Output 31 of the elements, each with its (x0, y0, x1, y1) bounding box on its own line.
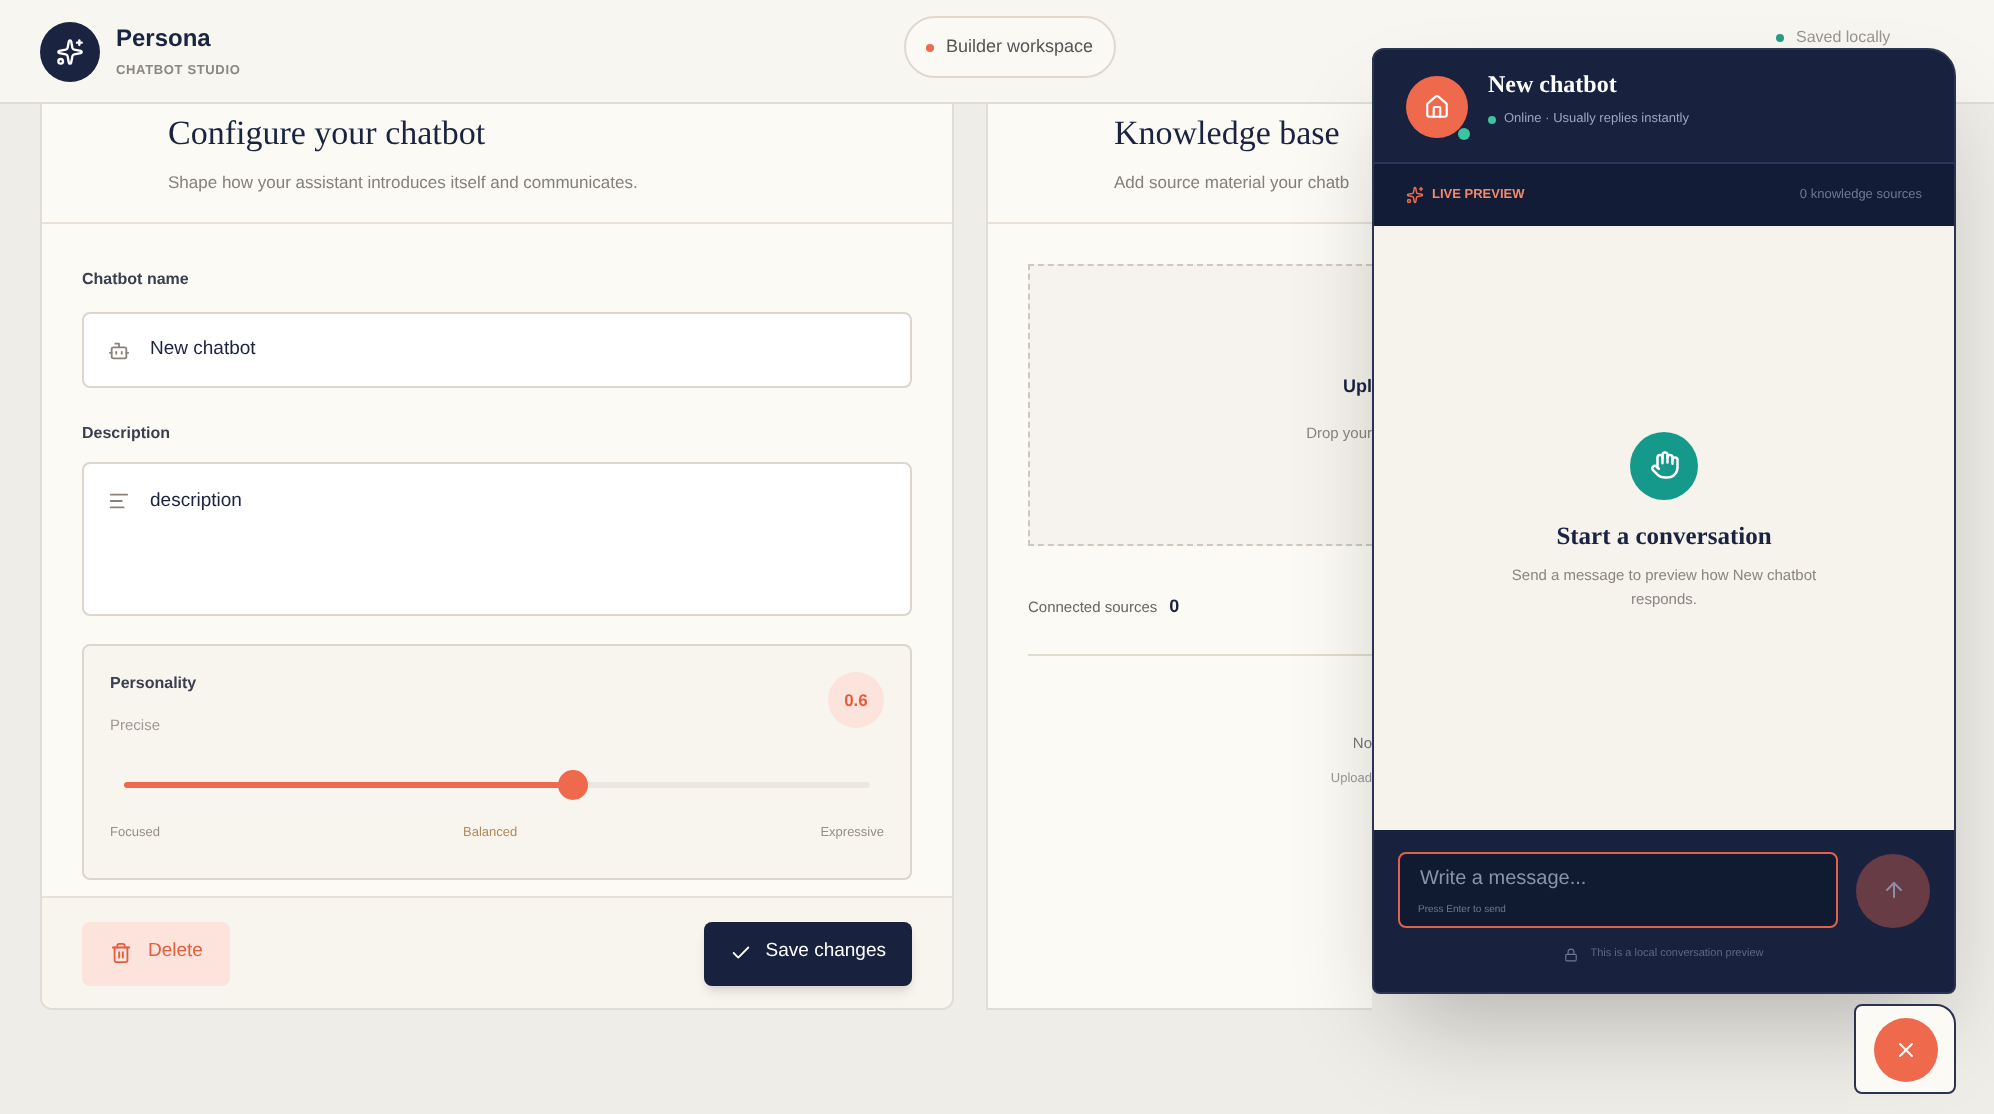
empty-chat-title: Start a conversation (1556, 519, 1772, 554)
description-field[interactable]: description (82, 462, 912, 617)
field-label: Chatbot name (82, 268, 191, 293)
name-field[interactable]: New chatbot (82, 312, 912, 389)
card-title: Knowledge base (1114, 112, 1342, 156)
check-icon (729, 942, 752, 964)
send-button[interactable] (1856, 853, 1930, 927)
personality-value: 0.6 (828, 672, 884, 729)
close-button[interactable] (1873, 1017, 1937, 1081)
close-icon (1893, 1037, 1917, 1061)
connected-count: 0 (1169, 594, 1180, 621)
card-title: Configure your chatbot (168, 112, 488, 156)
house-icon (1424, 93, 1450, 119)
field-label: Description (82, 422, 173, 447)
workspace-pill: Builder workspace (904, 16, 1116, 78)
save-button[interactable]: Save changes (703, 921, 912, 985)
robot-icon (108, 339, 130, 362)
sparkle-icon (1406, 186, 1424, 204)
upload-title: Upl (1343, 374, 1372, 401)
lock-icon (1564, 947, 1579, 962)
card-subtitle: Add source material your chatb (1114, 169, 1352, 195)
text-lines-icon (108, 490, 130, 513)
bot-name: New chatbot (1488, 68, 1619, 103)
save-status: Saved locally (1796, 26, 1891, 50)
personality-label: Personality (110, 672, 199, 697)
logo-icon (40, 21, 100, 81)
trash-icon (110, 942, 132, 964)
slider-thumb[interactable] (557, 769, 588, 799)
card-subtitle: Shape how your assistant introduces itself and communicates. (168, 169, 640, 195)
brand-name: Persona (116, 22, 213, 57)
arrow-up-icon (1881, 878, 1905, 902)
